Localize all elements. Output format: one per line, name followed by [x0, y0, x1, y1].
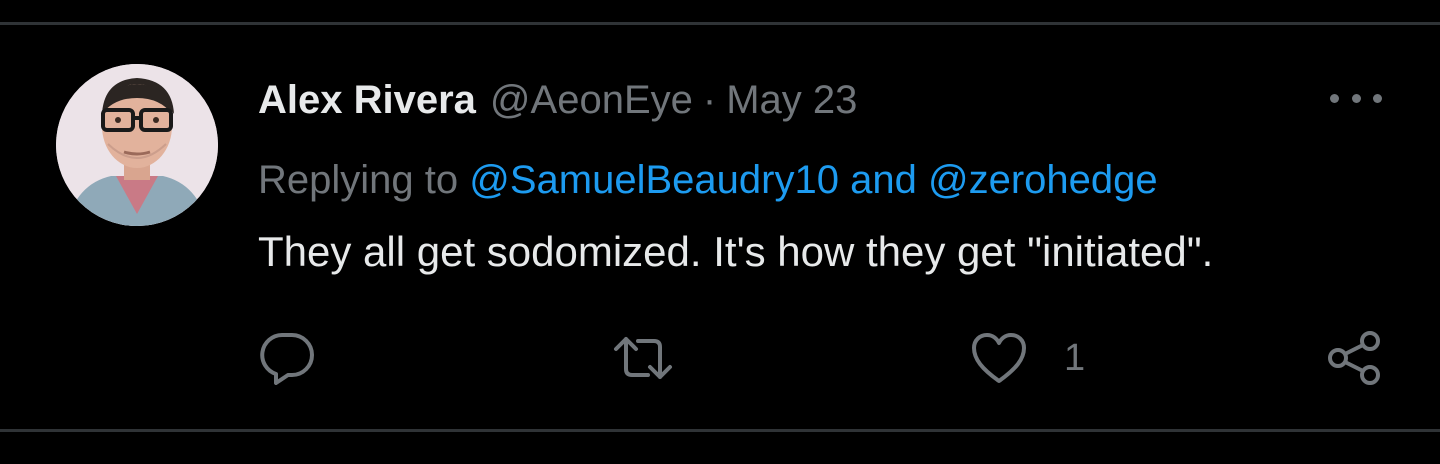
reply-prefix: Replying to: [258, 158, 459, 202]
avatar[interactable]: [56, 64, 218, 226]
separator: ·: [702, 78, 717, 122]
bottom-divider: [0, 429, 1440, 432]
tweet[interactable]: Alex Rivera @AeonEye · May 23 Replying t…: [0, 0, 1440, 464]
reply-and: and: [850, 158, 917, 202]
retweet-button[interactable]: [610, 328, 676, 388]
like-count: 1: [1064, 337, 1086, 379]
like-button[interactable]: 1: [970, 328, 1085, 388]
reply-icon: [260, 333, 314, 385]
more-icon[interactable]: [1330, 88, 1382, 108]
reply-mention-samuelbeaudry10[interactable]: @SamuelBeaudry10: [469, 158, 839, 202]
share-button[interactable]: [1326, 328, 1384, 388]
reply-mention-zerohedge[interactable]: @zerohedge: [928, 158, 1158, 202]
share-icon: [1328, 331, 1380, 385]
author-handle[interactable]: @AeonEye: [490, 72, 693, 128]
tweet-text: They all get sodomized. It's how they ge…: [258, 228, 1214, 275]
tweet-header: Alex Rivera @AeonEye · May 23: [258, 72, 1380, 128]
author-name[interactable]: Alex Rivera: [258, 72, 476, 128]
tweet-actions: 1: [0, 328, 1440, 388]
retweet-icon: [614, 337, 672, 379]
reply-button[interactable]: [258, 328, 316, 388]
replying-to: Replying to @SamuelBeaudry10 and @zerohe…: [258, 152, 1158, 208]
top-divider: [0, 22, 1440, 25]
tweet-date[interactable]: May 23: [726, 72, 857, 128]
heart-icon: [972, 333, 1026, 383]
